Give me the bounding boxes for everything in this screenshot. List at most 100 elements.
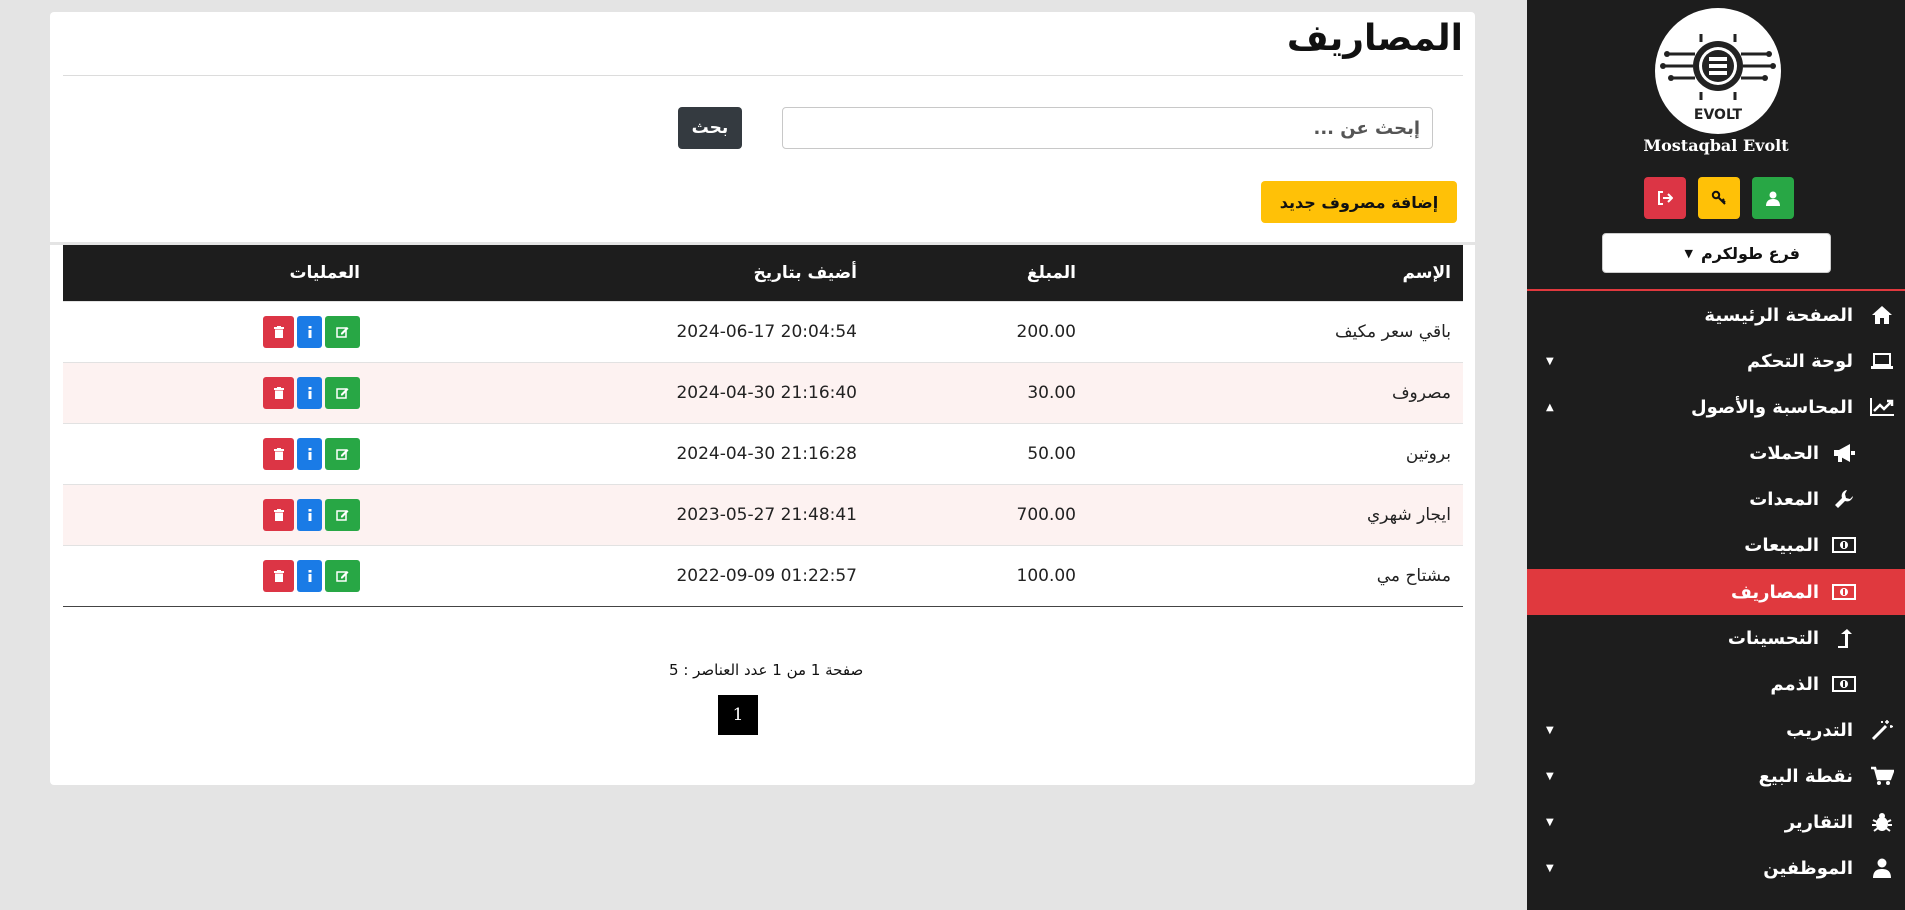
info-icon bbox=[308, 325, 311, 338]
sidebar-divider bbox=[1527, 289, 1905, 291]
bullhorn-icon bbox=[1831, 441, 1857, 465]
delete-button[interactable] bbox=[263, 437, 294, 470]
column-header-date[interactable]: أضيف بتاريخ bbox=[372, 245, 869, 301]
sidebar-item-label: الصفحة الرئيسية bbox=[1704, 304, 1853, 326]
sidebar-item-receivables[interactable]: الذمم bbox=[1527, 661, 1905, 707]
cell-name: باقي سعر مكيف bbox=[1088, 300, 1463, 362]
change-password-button[interactable] bbox=[1698, 177, 1740, 219]
caret-down-icon: ▼ bbox=[1546, 355, 1554, 367]
money-bill-icon bbox=[1831, 533, 1857, 557]
trash-icon bbox=[273, 447, 284, 460]
cell-operations bbox=[63, 544, 372, 607]
cell-date: 2024-04-30 21:16:28 bbox=[372, 422, 869, 484]
profile-button[interactable] bbox=[1752, 177, 1794, 219]
column-header-name[interactable]: الإسم bbox=[1088, 245, 1463, 301]
cell-date-value: 2023-05-27 21:48:41 bbox=[676, 504, 857, 525]
cell-operations bbox=[63, 422, 372, 484]
cell-date: 2024-04-30 21:16:40 bbox=[372, 361, 869, 423]
info-button[interactable] bbox=[297, 376, 322, 409]
sidebar-item-employees[interactable]: الموظفين ▼ bbox=[1527, 845, 1905, 891]
cell-operations bbox=[63, 483, 372, 545]
info-icon bbox=[308, 386, 311, 399]
cell-amount: 30.00 bbox=[869, 361, 1088, 423]
sidebar-item-dashboard[interactable]: لوحة التحكم ▼ bbox=[1527, 338, 1905, 384]
caret-down-icon: ▼ bbox=[1546, 816, 1554, 828]
branch-select[interactable]: فرع طولكرم ▼ bbox=[1602, 233, 1831, 273]
laptop-icon bbox=[1869, 349, 1895, 373]
sidebar-item-training[interactable]: التدريب ▼ bbox=[1527, 707, 1905, 753]
cell-operations bbox=[63, 300, 372, 362]
delete-button[interactable] bbox=[263, 376, 294, 409]
edit-button[interactable] bbox=[325, 437, 360, 470]
magic-wand-icon bbox=[1869, 718, 1895, 742]
sidebar-item-label: الذمم bbox=[1770, 673, 1819, 695]
cell-operations bbox=[63, 361, 372, 423]
cell-date: 2023-05-27 21:48:41 bbox=[372, 483, 869, 545]
sidebar-item-home[interactable]: الصفحة الرئيسية bbox=[1527, 292, 1905, 338]
table-row: مصروف 30.00 2024-04-30 21:16:40 bbox=[63, 361, 1463, 423]
cell-name: مصروف bbox=[1088, 361, 1463, 423]
expenses-card: المصاريف بحث إضافة مصروف جديد الإسم المب… bbox=[50, 12, 1475, 785]
table-row: بروتين 50.00 2024-04-30 21:16:28 bbox=[63, 422, 1463, 484]
pagination-info: صفحة 1 من 1 عدد العناصر : 5 bbox=[669, 661, 864, 679]
delete-button[interactable] bbox=[263, 498, 294, 531]
caret-down-icon: ▼ bbox=[1546, 724, 1554, 736]
trash-icon bbox=[273, 386, 284, 399]
cell-date-value: 2024-04-30 21:16:28 bbox=[676, 443, 857, 464]
column-header-operations: العمليات bbox=[289, 262, 360, 283]
sidebar-item-sales[interactable]: المبيعات bbox=[1527, 522, 1905, 568]
sidebar-item-campaigns[interactable]: الحملات bbox=[1527, 430, 1905, 476]
user-action-buttons bbox=[1644, 177, 1794, 219]
cell-amount: 50.00 bbox=[869, 422, 1088, 484]
sidebar-item-improvements[interactable]: التحسينات bbox=[1527, 615, 1905, 661]
brand-name: Mostaqbal Evolt bbox=[1643, 136, 1789, 155]
edit-button[interactable] bbox=[325, 315, 360, 348]
sidebar-item-equipment[interactable]: المعدات bbox=[1527, 476, 1905, 522]
sidebar-item-label: لوحة التحكم bbox=[1746, 350, 1853, 372]
cell-amount: 700.00 bbox=[869, 483, 1088, 545]
sidebar-item-label: نقطة البيع bbox=[1758, 765, 1853, 787]
delete-button[interactable] bbox=[263, 315, 294, 348]
table-row: باقي سعر مكيف 200.00 2024-06-17 20:04:54 bbox=[63, 300, 1463, 362]
table-header-row: الإسم المبلغ أضيف بتاريخ العمليات bbox=[63, 245, 1463, 301]
chart-line-icon bbox=[1869, 395, 1895, 419]
sidebar-item-accounting[interactable]: المحاسبة والأصول ▲ bbox=[1527, 384, 1905, 430]
cell-name: مشتاح مي bbox=[1088, 544, 1463, 607]
page-number-button[interactable]: 1 bbox=[718, 695, 758, 735]
search-button[interactable]: بحث bbox=[678, 107, 742, 149]
money-bill-icon bbox=[1831, 672, 1857, 696]
column-header-amount[interactable]: المبلغ bbox=[869, 245, 1088, 301]
info-button[interactable] bbox=[297, 498, 322, 531]
level-up-icon bbox=[1831, 626, 1857, 650]
money-bill-icon bbox=[1831, 580, 1857, 604]
bug-icon bbox=[1869, 810, 1895, 834]
add-expense-button[interactable]: إضافة مصروف جديد bbox=[1261, 181, 1457, 223]
sidebar-item-expenses[interactable]: المصاريف bbox=[1527, 569, 1905, 615]
cell-date-value: 2024-06-17 20:04:54 bbox=[676, 321, 857, 342]
edit-button[interactable] bbox=[325, 376, 360, 409]
logout-button[interactable] bbox=[1644, 177, 1686, 219]
user-icon bbox=[1869, 856, 1895, 880]
info-icon bbox=[308, 508, 311, 521]
caret-down-icon: ▼ bbox=[1684, 246, 1693, 260]
edit-button[interactable] bbox=[325, 498, 360, 531]
logo-text: EVOLT bbox=[1694, 107, 1743, 123]
sidebar-item-pos[interactable]: نقطة البيع ▼ bbox=[1527, 753, 1905, 799]
sidebar: EVOLT Mostaqbal Evolt فرع طولكرم ▼ الصفح… bbox=[1527, 0, 1905, 910]
edit-icon bbox=[336, 448, 349, 460]
sidebar-item-label: المحاسبة والأصول bbox=[1690, 396, 1853, 418]
sidebar-item-reports[interactable]: التقارير ▼ bbox=[1527, 799, 1905, 845]
sidebar-item-label: التقارير bbox=[1784, 811, 1853, 833]
info-button[interactable] bbox=[297, 437, 322, 470]
info-button[interactable] bbox=[297, 315, 322, 348]
cell-date: 2022-09-09 01:22:57 bbox=[372, 544, 869, 607]
sidebar-item-label: التدريب bbox=[1786, 719, 1853, 741]
search-input[interactable] bbox=[782, 107, 1433, 149]
edit-button[interactable] bbox=[325, 559, 360, 592]
delete-button[interactable] bbox=[263, 559, 294, 592]
sign-out-icon bbox=[1658, 191, 1673, 205]
edit-icon bbox=[336, 326, 349, 338]
caret-down-icon: ▼ bbox=[1546, 770, 1554, 782]
info-button[interactable] bbox=[297, 559, 322, 592]
edit-icon bbox=[336, 387, 349, 399]
